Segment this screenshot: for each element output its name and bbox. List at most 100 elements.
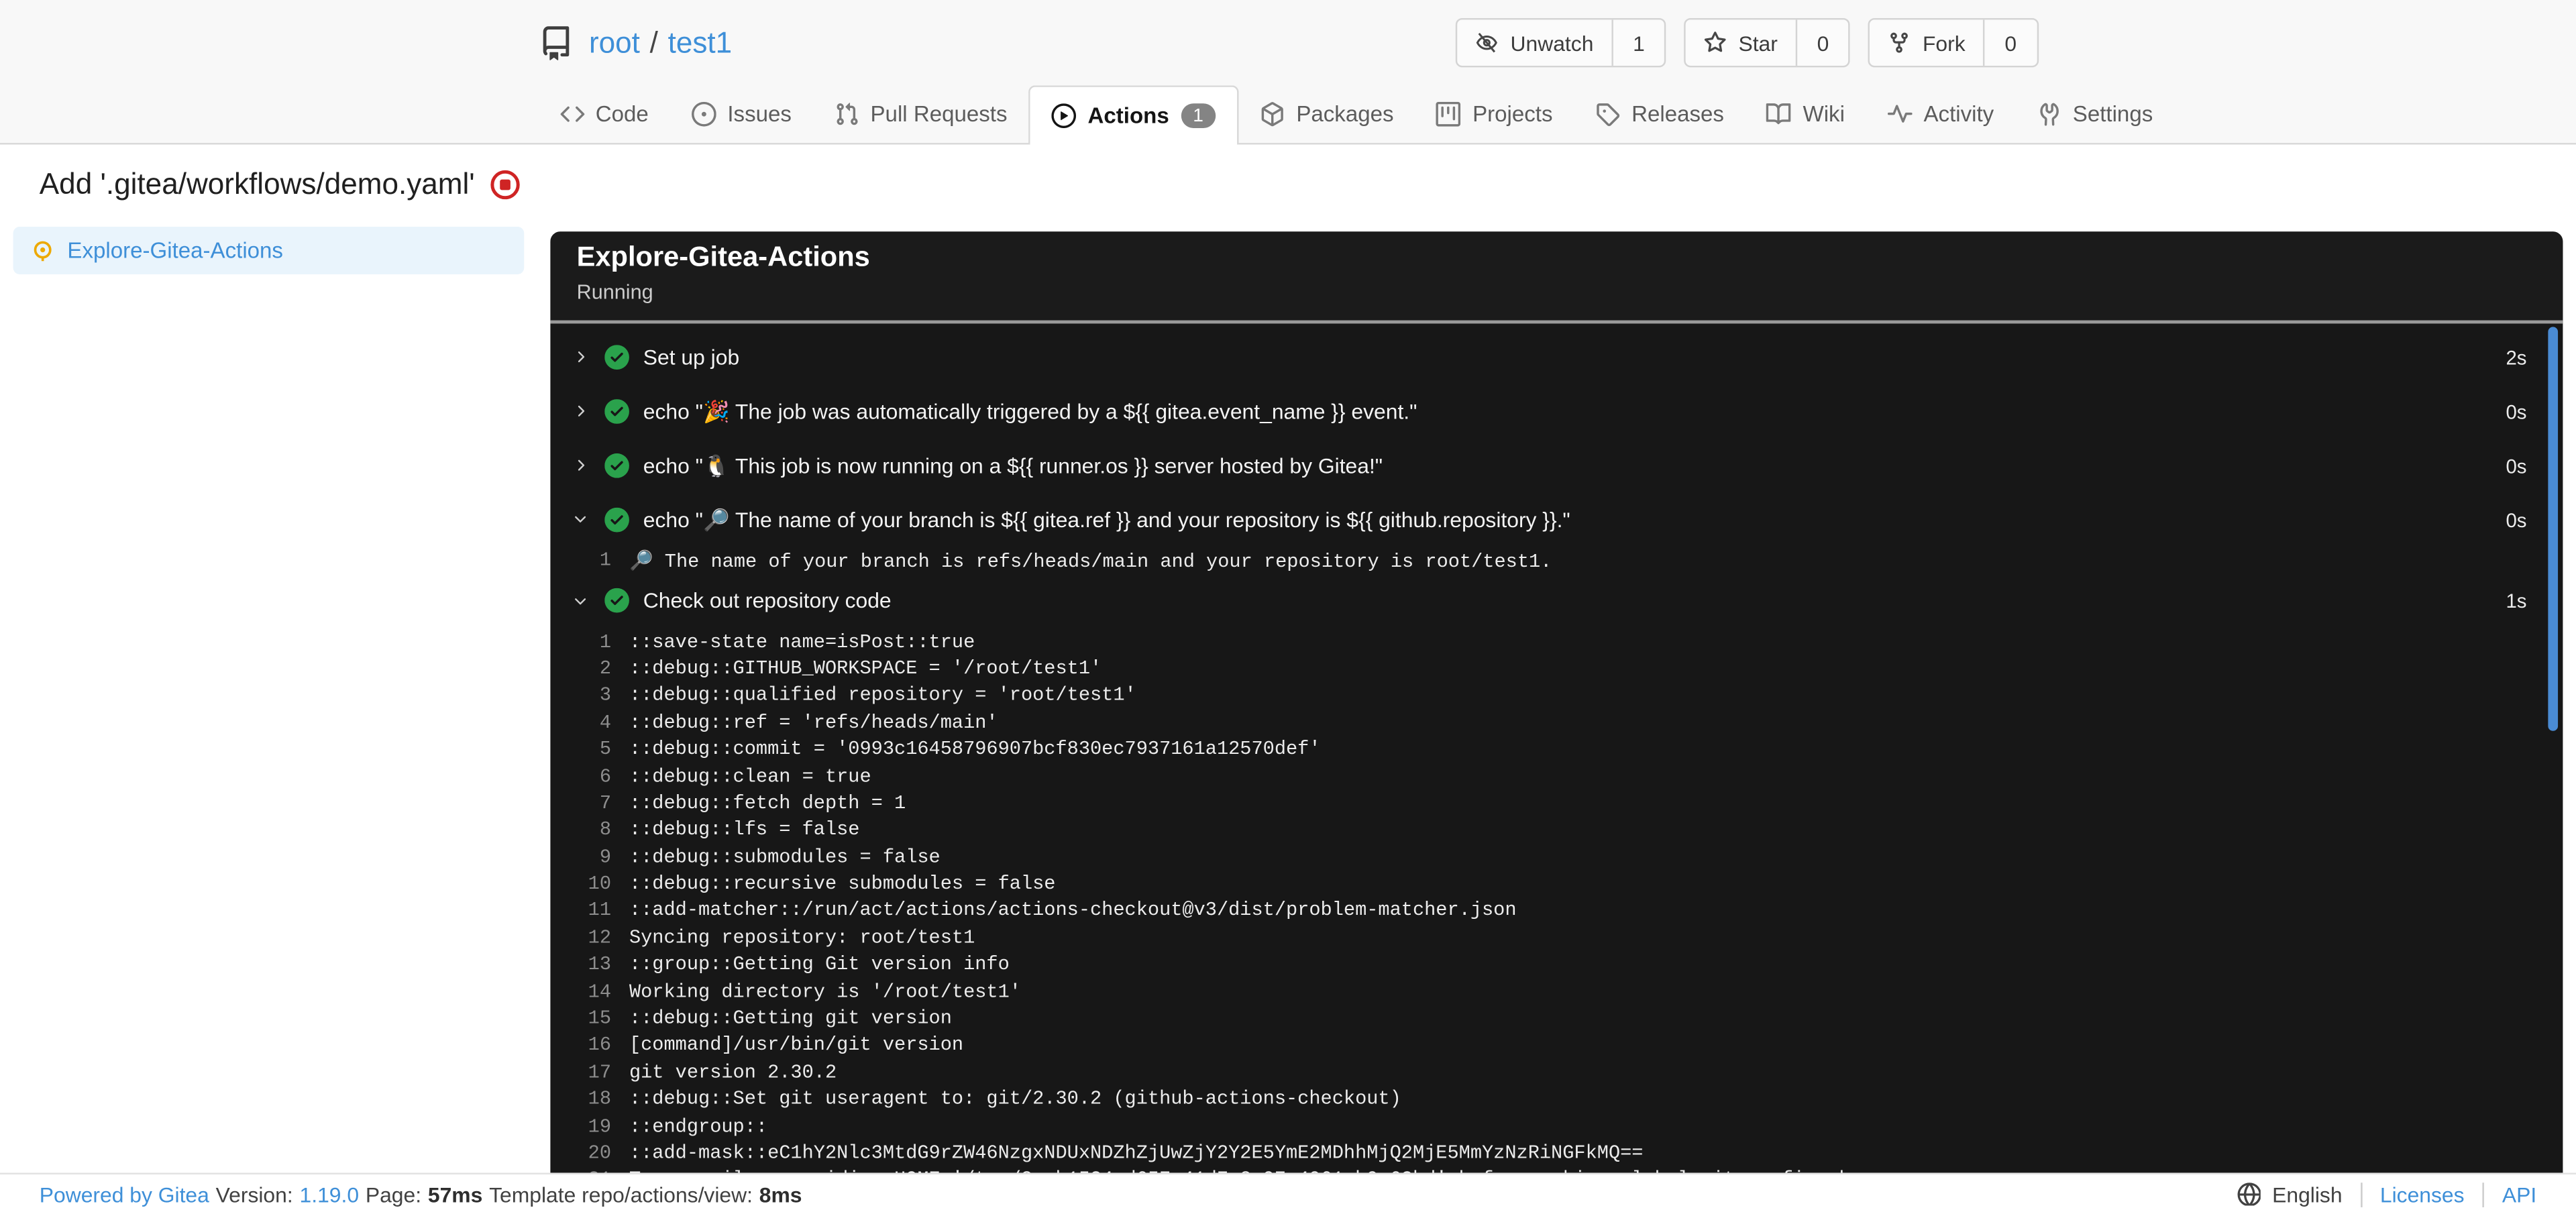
licenses-link[interactable]: Licenses <box>2380 1182 2465 1207</box>
tab-wiki[interactable]: Wiki <box>1746 85 1866 143</box>
gitea-page: root / test1 Unwatch 1 Star 0 Fork 0 Code Issu… <box>0 0 2576 1214</box>
package-icon <box>1260 102 1285 127</box>
play-circle-icon <box>1051 103 1077 129</box>
log-line-text: ::debug::commit = '0993c16458796907bcf83… <box>629 737 1321 761</box>
log-line: 17 git version 2.30.2 <box>550 1059 2563 1086</box>
chevron-right-icon <box>572 457 589 474</box>
log-scrollbar-thumb[interactable] <box>2548 327 2559 731</box>
tab-label: Wiki <box>1803 101 1845 127</box>
log-line-number: 3 <box>599 683 612 707</box>
step-row[interactable]: Check out repository code 1s <box>550 574 2563 628</box>
repo-title-row: root / test1 Unwatch 1 Star 0 Fork 0 <box>538 0 2038 85</box>
fork-button[interactable]: Fork 0 <box>1868 17 2038 68</box>
log-line: 19::endgroup:: <box>550 1113 2563 1140</box>
step-row[interactable]: echo "🐧 This job is now running on a ${{… <box>550 439 2563 493</box>
log-line: 1::save-state name=isPost::true <box>550 628 2563 655</box>
tab-releases[interactable]: Releases <box>1574 85 1745 143</box>
tab-actions[interactable]: Actions 1 <box>1028 85 1239 145</box>
log-line: 10::debug::recursive submodules = false <box>550 871 2563 897</box>
star-button[interactable]: Star 0 <box>1684 17 1851 68</box>
fork-count[interactable]: 0 <box>1983 19 2037 66</box>
globe-icon <box>2237 1182 2261 1207</box>
log-line: 16 [command]/usr/bin/git version <box>550 1032 2563 1059</box>
log-line-text: ::debug::Set git useragent to: git/2.30.… <box>629 1087 1401 1111</box>
log-line-text: ::endgroup:: <box>629 1114 768 1138</box>
repo-header-bar: root / test1 Unwatch 1 Star 0 Fork 0 Code Issu… <box>0 0 2576 145</box>
tab-issues[interactable]: Issues <box>670 85 813 143</box>
tools-icon <box>2037 102 2061 127</box>
tag-icon <box>1595 102 1620 127</box>
tab-settings[interactable]: Settings <box>2015 85 2174 143</box>
star-icon <box>1704 32 1727 54</box>
log-line-text: ::debug::lfs = false <box>629 818 860 842</box>
tab-projects[interactable]: Projects <box>1415 85 1574 143</box>
log-line-number: 13 <box>588 953 612 977</box>
log-line-text: ::debug::Getting git version <box>629 1007 952 1030</box>
stop-run-icon[interactable] <box>490 169 521 201</box>
version-link[interactable]: 1.19.0 <box>300 1182 360 1207</box>
issue-opened-icon <box>691 101 716 127</box>
tab-label: Code <box>595 101 649 127</box>
repo-action-buttons: Unwatch 1 Star 0 Fork 0 <box>1456 17 2038 68</box>
button-main[interactable]: Star <box>1686 19 1796 66</box>
button-label: Unwatch <box>1510 30 1594 56</box>
repo-breadcrumb: root / test1 <box>589 25 732 60</box>
api-link[interactable]: API <box>2502 1182 2536 1207</box>
log-line-text: ::add-matcher::/run/act/actions/actions-… <box>629 899 1517 923</box>
powered-by-link[interactable]: Powered by Gitea <box>40 1182 209 1207</box>
step-row[interactable]: echo "🎉 The job was automatically trigge… <box>550 384 2563 439</box>
log-line-number: 17 <box>588 1060 612 1084</box>
log-line-text: 🔎 The name of your branch is refs/heads/… <box>629 549 1552 573</box>
log-line-number: 19 <box>588 1114 612 1138</box>
tab-pull-requests[interactable]: Pull Requests <box>813 85 1029 143</box>
log-line: 15::debug::Getting git version <box>550 1005 2563 1032</box>
tab-packages[interactable]: Packages <box>1239 85 1415 143</box>
button-main[interactable]: Fork <box>1870 19 1984 66</box>
log-line-number: 14 <box>588 980 612 1003</box>
running-status-icon <box>32 239 54 262</box>
log-line: 6::debug::clean = true <box>550 763 2563 789</box>
repo-owner-link[interactable]: root <box>589 25 640 60</box>
log-line-text: ::debug::submodules = false <box>629 845 941 869</box>
step-row[interactable]: Set up job 2s <box>550 330 2563 384</box>
check-circle-icon <box>604 399 629 424</box>
step-title: echo "🐧 This job is now running on a ${{… <box>643 452 1383 478</box>
job-item-explore-gitea-actions[interactable]: Explore-Gitea-Actions <box>13 226 525 274</box>
log-line-number: 9 <box>599 845 612 869</box>
tab-code[interactable]: Code <box>538 85 670 143</box>
tab-label: Issues <box>727 101 792 127</box>
unwatch-button[interactable]: Unwatch 1 <box>1456 17 1666 68</box>
log-line: 5::debug::commit = '0993c16458796907bcf8… <box>550 736 2563 763</box>
log-line: 18::debug::Set git useragent to: git/2.3… <box>550 1086 2563 1113</box>
log-line-number: 20 <box>588 1142 612 1165</box>
button-main[interactable]: Unwatch <box>1458 19 1611 66</box>
repo-name-link[interactable]: test1 <box>668 25 733 60</box>
log-line-number: 8 <box>599 818 612 842</box>
log-line: 3::debug::qualified repository = 'root/t… <box>550 682 2563 709</box>
log-line-text: git version 2.30.2 <box>629 1060 837 1084</box>
unwatch-count[interactable]: 1 <box>1611 19 1664 66</box>
star-count[interactable]: 0 <box>1795 19 1849 66</box>
check-circle-icon <box>604 588 629 614</box>
template-time-value: 8ms <box>759 1182 802 1207</box>
log-line-number: 2 <box>599 657 612 680</box>
job-link[interactable]: Explore-Gitea-Actions <box>67 238 283 263</box>
check-circle-icon <box>604 453 629 478</box>
project-icon <box>1436 101 1461 127</box>
log-line: 20::add-mask::eC1hY2Nlc3MtdG9rZW46NzgxND… <box>550 1140 2563 1166</box>
log-line-number: 10 <box>588 872 612 895</box>
step-row[interactable]: echo "🔎 The name of your branch is ${{ g… <box>550 493 2563 547</box>
job-log-panel: Explore-Gitea-Actions Running Set up job… <box>550 231 2563 1173</box>
repo-separator: / <box>649 25 658 58</box>
log-line: 21Temporarily overriding HOME='/tmp/8eab… <box>550 1166 2563 1172</box>
code-icon <box>559 102 584 127</box>
tab-activity[interactable]: Activity <box>1866 85 2015 143</box>
log-line: 2::debug::GITHUB_WORKSPACE = '/root/test… <box>550 655 2563 682</box>
chevron-right-icon <box>572 403 589 421</box>
language-selector[interactable]: English <box>2272 1182 2342 1207</box>
log-line-text: ::debug::recursive submodules = false <box>629 872 1056 895</box>
run-title-heading: Add '.gitea/workflows/demo.yaml' <box>40 168 537 202</box>
template-time-label: Template repo/actions/view: <box>489 1182 753 1207</box>
log-line: 9::debug::submodules = false <box>550 844 2563 871</box>
step-duration: 1s <box>2506 589 2527 613</box>
